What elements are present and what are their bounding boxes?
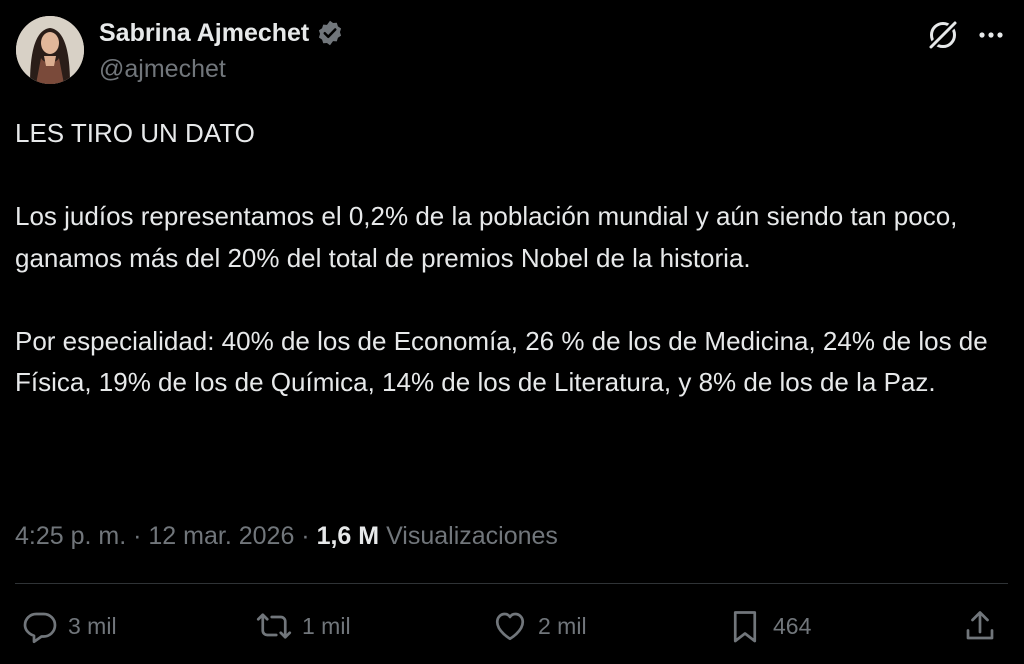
avatar[interactable] — [16, 16, 84, 84]
tweet-metadata: 4:25 p. m. · 12 mar. 2026 · 1,6 M Visual… — [15, 519, 558, 553]
divider — [15, 583, 1008, 584]
meta-separator: · — [133, 522, 142, 550]
repost-icon — [256, 613, 292, 639]
bookmark-count: 464 — [773, 612, 812, 639]
views-count: 1,6 M — [316, 522, 380, 550]
share-button[interactable] — [962, 608, 998, 644]
author-name-row[interactable]: Sabrina Ajmechet — [99, 18, 344, 48]
like-count: 2 mil — [538, 612, 587, 639]
verified-badge-icon — [319, 20, 342, 46]
more-icon[interactable] — [976, 22, 1006, 48]
tweet-text: LES TIRO UN DATO Los judíos representamo… — [15, 118, 988, 397]
meta-separator: · — [301, 522, 310, 550]
tweet-time[interactable]: 4:25 p. m. — [15, 522, 126, 550]
views-label: Visualizaciones — [386, 522, 558, 550]
reply-icon — [23, 612, 57, 644]
reply-count: 3 mil — [68, 612, 117, 639]
avatar-image — [16, 16, 84, 84]
author-name[interactable]: Sabrina Ajmechet — [99, 18, 309, 48]
reply-button[interactable]: 3 mil — [22, 608, 117, 644]
tweet-date[interactable]: 12 mar. 2026 — [148, 522, 294, 550]
bookmark-button[interactable]: 464 — [727, 608, 811, 644]
share-icon — [966, 611, 994, 640]
author-handle[interactable]: @ajmechet — [99, 54, 226, 84]
action-bar: 3 mil 1 mil 2 mil 464 — [0, 600, 1024, 656]
like-icon — [495, 612, 525, 641]
like-button[interactable]: 2 mil — [492, 608, 587, 644]
repost-count: 1 mil — [302, 612, 351, 639]
repost-button[interactable]: 1 mil — [256, 608, 351, 644]
bookmark-icon — [733, 611, 757, 643]
grok-icon[interactable] — [926, 18, 960, 52]
